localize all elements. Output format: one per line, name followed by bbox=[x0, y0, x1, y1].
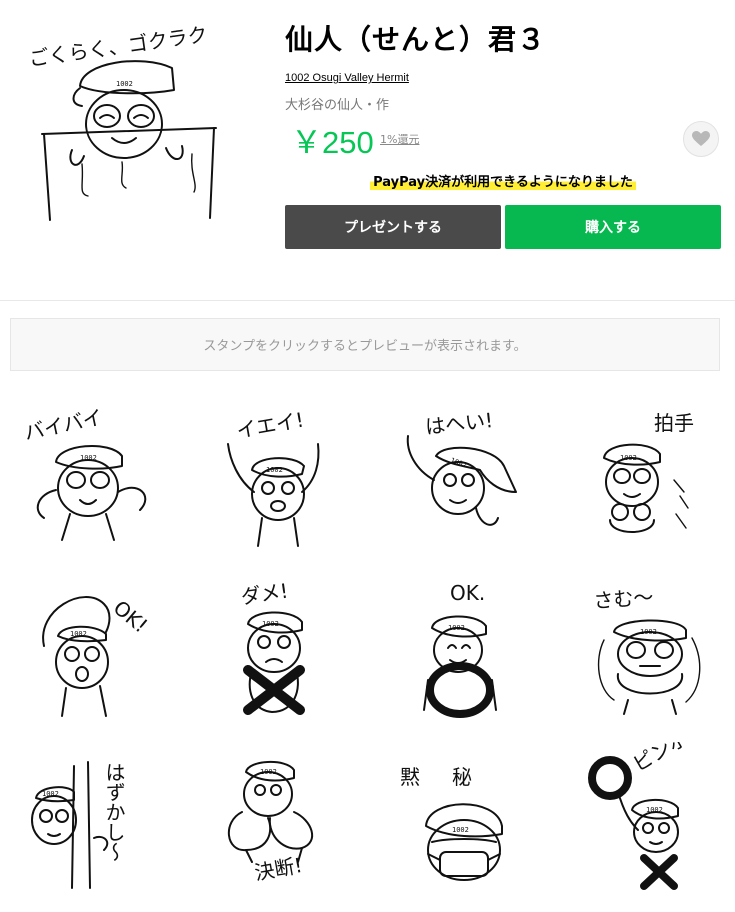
product-info: 仙人（せんと）君３ 1002 Osugi Valley Hermit 大杉谷の仙… bbox=[285, 20, 721, 249]
sticker-item[interactable]: 拍手 1002 bbox=[574, 400, 724, 550]
ok-arm-hermit-illustration: OK! 1002 bbox=[42, 595, 153, 717]
sticker-caption: 黙秘 bbox=[400, 765, 504, 789]
present-button[interactable]: プレゼントする bbox=[285, 205, 501, 249]
favorite-button[interactable] bbox=[683, 121, 719, 157]
product-title: 仙人（せんと）君３ bbox=[285, 23, 547, 56]
svg-text:1002: 1002 bbox=[452, 826, 469, 834]
saluting-hermit-illustration: はへい! 1002 bbox=[406, 408, 517, 526]
sticker-item[interactable]: 決断! 1002 bbox=[202, 742, 352, 892]
masked-hermit-illustration: 黙秘 1002 bbox=[400, 765, 504, 881]
action-buttons: プレゼントする 購入する bbox=[285, 205, 721, 249]
sticker-caption: ピンポン bbox=[629, 742, 710, 776]
sticker-caption: さむ〜 bbox=[593, 585, 655, 613]
sticker-item[interactable]: OK! 1002 bbox=[14, 570, 164, 720]
sticker-item[interactable]: はへい! 1002 bbox=[388, 400, 538, 550]
section-divider bbox=[0, 300, 735, 301]
svg-text:1002: 1002 bbox=[70, 630, 87, 638]
sticker-caption: 拍手 bbox=[654, 411, 694, 435]
clapping-hermit-illustration: 拍手 1002 bbox=[603, 411, 694, 533]
sticker-caption: ダメ! bbox=[239, 579, 289, 609]
svg-text:1002: 1002 bbox=[640, 628, 657, 636]
cheering-hermit-illustration: イエイ! 1002 bbox=[227, 408, 320, 547]
svg-text:1002: 1002 bbox=[449, 456, 468, 469]
sticker-caption: OK. bbox=[450, 581, 485, 605]
sticker-item[interactable]: 黙秘 1002 bbox=[388, 742, 538, 892]
deciding-hermit-illustration: 決断! 1002 bbox=[227, 760, 314, 885]
preview-hint: スタンプをクリックするとプレビューが表示されます。 bbox=[203, 339, 527, 354]
shivering-hermit-illustration: さむ〜 1002 bbox=[593, 585, 701, 715]
sticker-caption: はへい! bbox=[424, 408, 494, 439]
svg-text:1002: 1002 bbox=[620, 454, 637, 462]
sticker-item[interactable]: はずかし〜 1002 bbox=[14, 742, 164, 892]
waving-hermit-illustration: バイバイ 1002 bbox=[22, 405, 147, 541]
product-header: ごくらく、ゴクラク 1002 仙人（せんと）君３ 1002 Osugi Vall… bbox=[0, 0, 735, 300]
sticker-item[interactable]: イエイ! 1002 bbox=[202, 400, 352, 550]
point-return-link[interactable]: 1%還元 bbox=[380, 131, 419, 147]
sticker-item[interactable]: さむ〜 1002 bbox=[574, 570, 724, 720]
sticker-item[interactable]: OK. 1002 bbox=[388, 570, 538, 720]
correct-hermit-illustration: ピンポン 1002 bbox=[588, 716, 710, 890]
sticker-item[interactable]: ダメ! 1002 bbox=[202, 570, 352, 720]
sticker-caption: バイバイ bbox=[22, 405, 105, 445]
svg-text:1002: 1002 bbox=[260, 768, 277, 776]
author-link[interactable]: 1002 Osugi Valley Hermit bbox=[285, 72, 409, 84]
svg-text:1002: 1002 bbox=[266, 466, 283, 474]
preview-hint-box: スタンプをクリックするとプレビューが表示されます。 bbox=[10, 318, 720, 371]
sticker-item[interactable]: ピンポン 1002 bbox=[574, 716, 724, 892]
copyright-text: 大杉谷の仙人・作 bbox=[285, 98, 390, 113]
heart-icon bbox=[692, 131, 710, 146]
paypay-notice: PayPay決済が利用できるようになりました bbox=[370, 171, 636, 190]
main-image-caption: ごくらく、ゴクラク bbox=[27, 24, 209, 71]
ok-circle-hermit-illustration: OK. 1002 bbox=[423, 581, 497, 718]
sticker-caption: OK! bbox=[109, 595, 153, 637]
svg-text:1002: 1002 bbox=[448, 624, 465, 632]
svg-text:1002: 1002 bbox=[80, 454, 97, 462]
svg-text:1002: 1002 bbox=[646, 806, 663, 814]
price: ￥250 bbox=[291, 125, 374, 160]
no-cross-hermit-illustration: ダメ! 1002 bbox=[239, 579, 305, 715]
svg-text:1002: 1002 bbox=[42, 790, 59, 798]
hermit-bath-illustration: ごくらく、ゴクラク 1002 bbox=[27, 22, 217, 221]
buy-button[interactable]: 購入する bbox=[505, 205, 721, 249]
sticker-caption: イエイ! bbox=[235, 408, 306, 443]
notice-row: PayPay決済が利用できるようになりました bbox=[285, 171, 721, 193]
main-sticker-image: ごくらく、ゴクラク 1002 bbox=[22, 22, 232, 224]
svg-text:1002: 1002 bbox=[262, 620, 279, 628]
sticker-item[interactable]: バイバイ 1002 bbox=[14, 400, 164, 550]
shy-hermit-illustration: はずかし〜 1002 bbox=[31, 761, 126, 889]
price-row: ￥250 1%還元 bbox=[285, 117, 721, 161]
svg-text:1002: 1002 bbox=[116, 80, 133, 88]
sticker-caption: 決断! bbox=[253, 853, 304, 885]
